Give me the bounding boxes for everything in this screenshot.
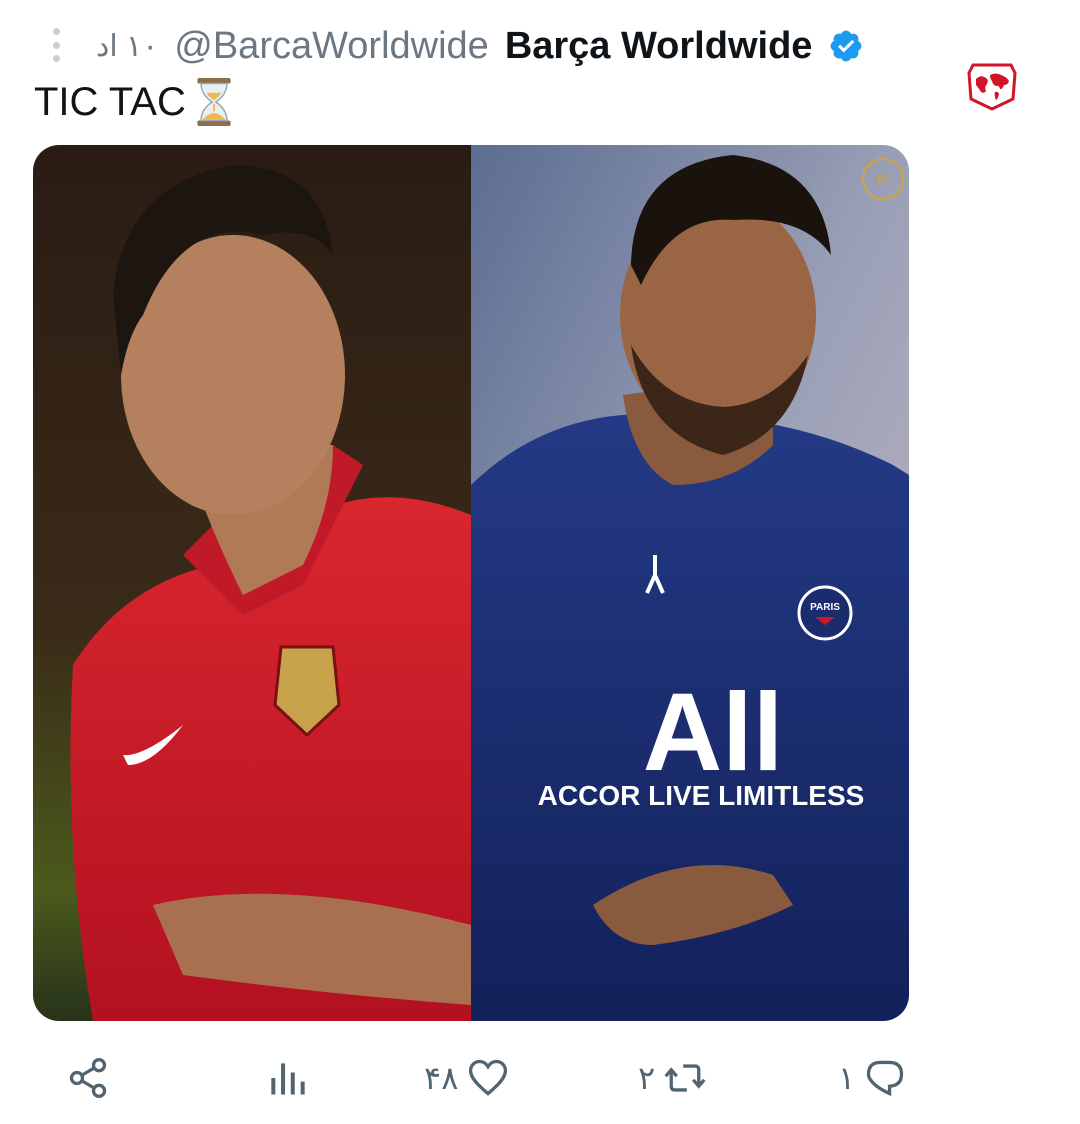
sponsor-text: ACCOR LIVE LIMITLESS [538, 780, 865, 811]
dot [52, 28, 60, 35]
club-badge-text: PARIS [810, 602, 840, 613]
world-map-logo-icon [967, 63, 1017, 111]
psg-badge-icon [797, 585, 853, 641]
verified-badge-icon [831, 30, 862, 62]
bar-chart-icon [271, 1063, 305, 1095]
dot [52, 55, 60, 62]
like-count: ۴۸ [424, 1060, 459, 1096]
tweet-text-content: TIC TAC [34, 79, 186, 124]
hourglass-icon [197, 78, 231, 126]
retweet-button[interactable]: ۲ [638, 1046, 707, 1110]
more-options-button[interactable] [46, 28, 66, 62]
tweet-actions: ۴۸ ۲ ۱ [0, 1046, 1080, 1116]
author-avatar[interactable] [962, 56, 1022, 116]
dot [52, 41, 60, 49]
media-illustration: All ACCOR LIVE LIMITLESS PARIS M [33, 145, 909, 1021]
retweet-icon [664, 1064, 706, 1092]
like-button[interactable]: ۴۸ [424, 1046, 510, 1110]
share-button[interactable] [66, 1046, 110, 1110]
views-button[interactable] [266, 1046, 310, 1110]
author-handle[interactable]: @BarcaWorldwide [174, 25, 489, 68]
author-name[interactable]: Barça Worldwide [505, 25, 813, 68]
heart-icon [469, 1059, 508, 1096]
sponsor-logo: All [643, 671, 784, 794]
tweet-media-image[interactable]: All ACCOR LIVE LIMITLESS PARIS M [33, 145, 909, 1021]
svg-text:M: M [877, 171, 889, 187]
reply-count: ۱ [838, 1060, 856, 1096]
tweet-text: TIC TAC [34, 78, 234, 126]
retweet-count: ۲ [638, 1060, 656, 1096]
reply-button[interactable]: ۱ [838, 1046, 907, 1110]
tweet-time[interactable]: ۱۰ اد [96, 29, 158, 64]
share-icon [69, 1058, 107, 1098]
reply-bubble-icon [867, 1060, 904, 1097]
tweet-header: ۱۰ اد @BarcaWorldwide Barça Worldwide [96, 22, 864, 70]
